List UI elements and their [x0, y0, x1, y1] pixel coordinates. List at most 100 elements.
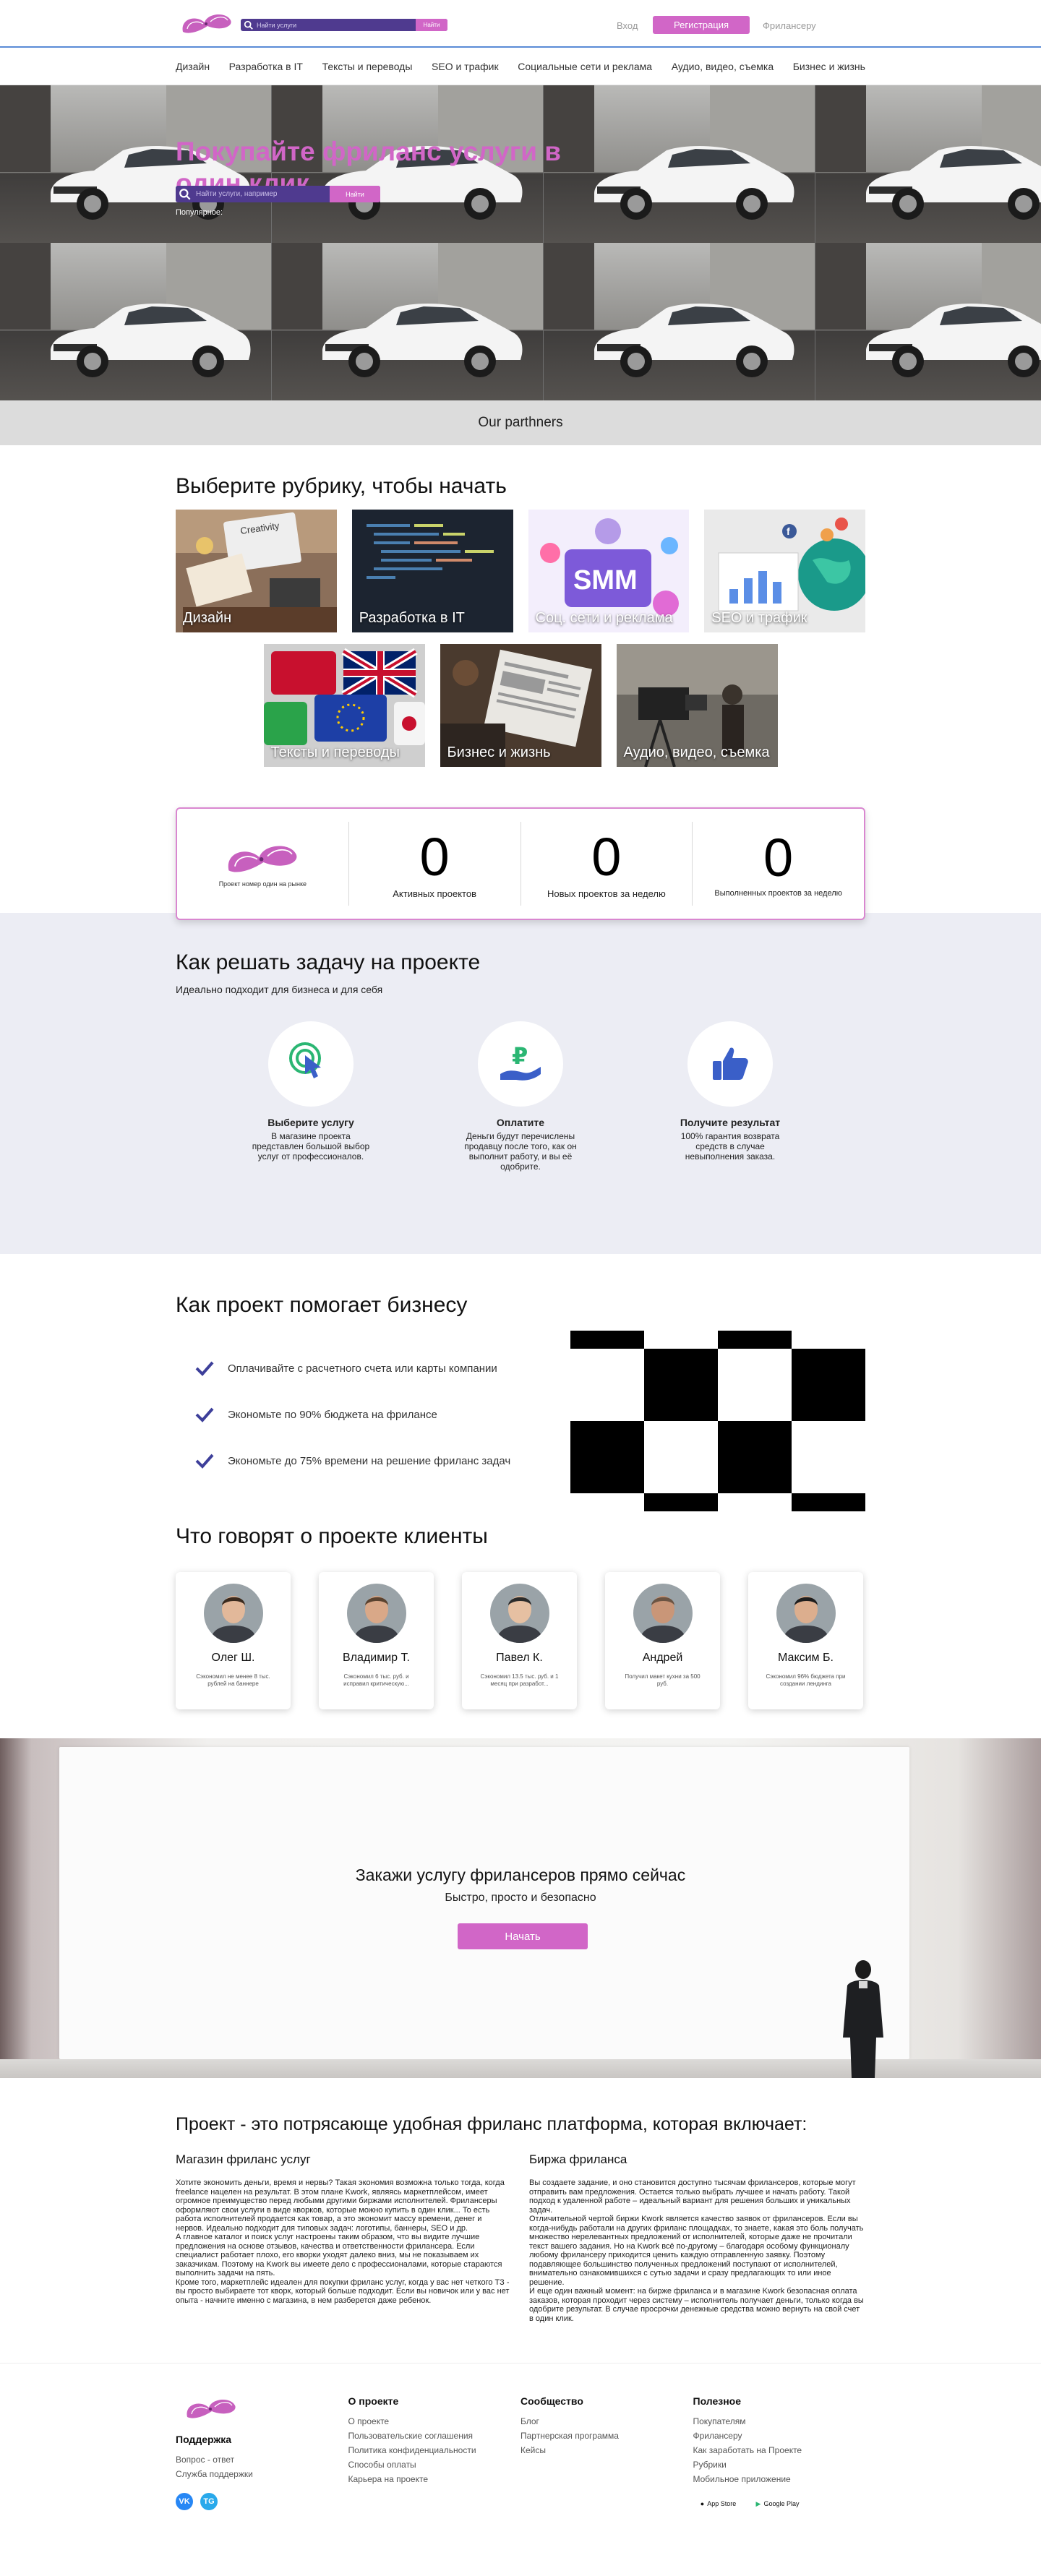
rubric-business[interactable]: Бизнес и жизнь — [440, 644, 601, 767]
review-card: Андрей Получил макет кухни за 500 руб. — [605, 1572, 720, 1709]
apple-icon: ● — [700, 2500, 705, 2507]
header-search[interactable]: Найти услуги Найти — [241, 19, 447, 31]
footer-link[interactable]: Фрилансеру — [693, 2429, 866, 2443]
rubric-label: Соц. сети и реклама — [535, 610, 673, 626]
rubric-texts[interactable]: Тексты и переводы — [263, 644, 425, 767]
benefit-text: Экономьте до 75% времени на решение фрил… — [228, 1454, 511, 1467]
step-result: Получите результат 100% гарантия возврат… — [625, 1021, 835, 1172]
nav-item-social[interactable]: Социальные сети и реклама — [518, 61, 652, 72]
butterfly-logo[interactable] — [179, 10, 235, 35]
step-text: В магазине проекта представлен большой в… — [252, 1131, 370, 1162]
svg-text:f: f — [787, 525, 790, 537]
stats-brand: Проект номер один на рынке — [177, 822, 348, 906]
how-section: Как решать задачу на проекте Идеально по… — [0, 913, 1041, 1254]
rubric-it[interactable]: Разработка в IT — [351, 510, 513, 632]
rubrics-title: Выберите рубрику, чтобы начать — [176, 474, 507, 498]
footer-link[interactable]: Карьера на проекте — [348, 2472, 521, 2486]
nav-item-audio-video[interactable]: Аудио, видео, съемка — [672, 61, 774, 72]
hero-search[interactable]: Найти услуги, например Найти — [176, 186, 380, 202]
useful-title: Полезное — [693, 2395, 742, 2407]
footer-support: Поддержка Вопрос - ответ Служба поддержк… — [176, 2395, 348, 2512]
footer-link[interactable]: Служба поддержки — [176, 2467, 348, 2481]
footer-link[interactable]: Мобильное приложение — [693, 2472, 866, 2486]
stats-slogan: Проект номер один на рынке — [218, 880, 307, 888]
nav-item-design[interactable]: Дизайн — [176, 61, 210, 72]
footer-link[interactable]: Кейсы — [520, 2443, 693, 2457]
how-subtitle: Идеально подходит для бизнеса и для себя — [176, 984, 383, 995]
hero-search-input[interactable]: Найти услуги, например — [192, 190, 330, 198]
footer-link[interactable]: Как заработать на Проекте — [693, 2443, 866, 2457]
step-icon-circle — [687, 1021, 773, 1107]
freelancer-link[interactable]: Фрилансеру — [763, 20, 816, 31]
hero-tile — [0, 243, 272, 400]
footer-link[interactable]: Блог — [520, 2414, 693, 2429]
businessman-figure — [843, 1960, 883, 2078]
step-title: Получите результат — [680, 1117, 781, 1128]
check-icon — [195, 1407, 214, 1422]
review-card: Олег Ш. Сэкономил не менее 8 тыс. рублей … — [176, 1572, 291, 1709]
rubric-social[interactable]: SMM Соц. сети и реклама — [528, 510, 690, 632]
pointer-click-icon — [289, 1042, 321, 1078]
top-header: Найти услуги Найти Вход Регистрация Фрил… — [0, 0, 1041, 48]
footer-link[interactable]: Покупателям — [693, 2414, 866, 2429]
review-text: Получил макет кухни за 500 руб. — [625, 1673, 701, 1687]
app-store-badge[interactable]: ● App Store — [693, 2495, 744, 2512]
rubric-label: Дизайн — [183, 610, 232, 626]
header-search-input[interactable]: Найти услуги — [254, 22, 416, 29]
review-card: Максим Б. Сэкономил 96% бюджета при созда… — [748, 1572, 863, 1709]
step-choose: Выберите услугу В магазине проекта предс… — [206, 1021, 416, 1172]
hero-tile — [815, 243, 1041, 400]
benefit-text: Экономьте по 90% бюджета на фрилансе — [228, 1408, 437, 1421]
header-search-button[interactable]: Найти — [416, 19, 447, 31]
footer-link[interactable]: О проекте — [348, 2414, 521, 2429]
shop-column: Магазин фриланс услуг Хотите экономить д… — [176, 2152, 512, 2323]
footer: Поддержка Вопрос - ответ Служба поддержк… — [0, 2363, 1041, 2536]
rubric-design[interactable]: Creativity Дизайн — [176, 510, 337, 632]
rubric-audio-video[interactable]: Аудио, видео, съемка — [616, 644, 778, 767]
telegram-icon[interactable]: TG — [200, 2493, 218, 2510]
car-image — [322, 304, 523, 377]
login-link[interactable]: Вход — [617, 20, 638, 31]
check-icon — [195, 1361, 214, 1376]
footer-link[interactable]: Рубрики — [693, 2457, 866, 2472]
footer-link[interactable]: Вопрос - ответ — [176, 2452, 348, 2467]
avatar — [776, 1584, 836, 1643]
footer-link[interactable]: Партнерская программа — [520, 2429, 693, 2443]
footer-link[interactable]: Способы оплаты — [348, 2457, 521, 2472]
hero-search-button[interactable]: Найти — [330, 186, 380, 202]
stat-active: 0 Активных проектов — [348, 822, 520, 906]
start-button[interactable]: Начать — [458, 1923, 588, 1949]
register-button[interactable]: Регистрация — [653, 16, 750, 34]
hero-tile — [815, 85, 1041, 243]
hero-tile — [544, 85, 815, 243]
google-play-badge[interactable]: ▶ Google Play — [752, 2495, 803, 2512]
platform-section: Проект - это потрясающе удобная фриланс … — [0, 2078, 1041, 2363]
nav-item-seo[interactable]: SEO и трафик — [432, 61, 499, 72]
store-label: App Store — [707, 2500, 737, 2507]
butterfly-logo[interactable] — [183, 2395, 239, 2420]
rubrics-section: Выберите рубрику, чтобы начать Creativit… — [0, 445, 1041, 920]
exchange-title: Биржа фриланса — [529, 2152, 627, 2166]
shop-text: Хотите экономить деньги, время и нервы? … — [176, 2178, 510, 2305]
nav-item-texts[interactable]: Тексты и переводы — [322, 61, 413, 72]
car-image — [51, 304, 251, 377]
footer-about: О проекте О проекте Пользовательские сог… — [348, 2395, 521, 2512]
car-image — [866, 304, 1041, 377]
nav-item-business[interactable]: Бизнес и жизнь — [793, 61, 865, 72]
footer-useful: Полезное Покупателям Фрилансеру Как зара… — [693, 2395, 866, 2512]
reviews-title: Что говорят о проекте клиенты — [176, 1524, 488, 1548]
rubric-label: Бизнес и жизнь — [447, 744, 551, 760]
footer-link[interactable]: Пользовательские соглашения — [348, 2429, 521, 2443]
step-pay: ₽ Оплатите Деньги будут перечислены прод… — [416, 1021, 625, 1172]
rubric-label: Разработка в IT — [359, 610, 465, 626]
rubric-seo[interactable]: f SEO и трафик — [704, 510, 865, 632]
hero-background — [0, 85, 1041, 400]
stat-label: Активных проектов — [393, 888, 477, 899]
benefit-text: Оплачивайте с расчетного счета или карты… — [228, 1362, 497, 1375]
footer-link[interactable]: Политика конфиденциальности — [348, 2443, 521, 2457]
svg-text:SMM: SMM — [573, 565, 638, 596]
review-text: Сэкономил 96% бюджета при создании ленди… — [766, 1673, 846, 1687]
nav-item-it[interactable]: Разработка в IT — [229, 61, 303, 72]
stat-value: 0 — [419, 826, 450, 887]
vk-icon[interactable]: VK — [176, 2493, 193, 2510]
